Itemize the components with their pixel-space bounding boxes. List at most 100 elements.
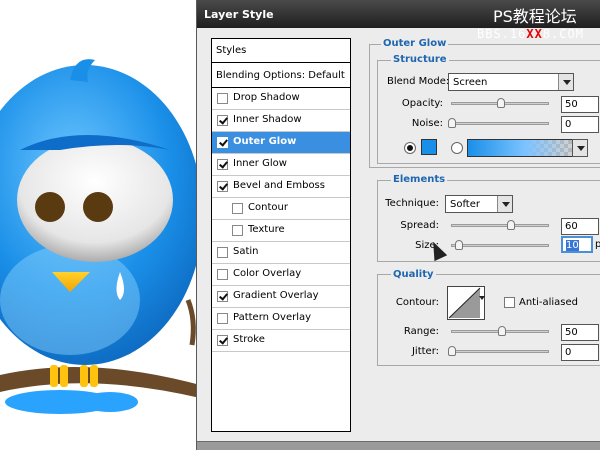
jitter-slider-thumb[interactable] xyxy=(448,346,456,356)
blend-mode-value: Screen xyxy=(453,77,488,88)
dialog-title: Layer Style xyxy=(204,8,274,21)
jitter-input-value: 0 xyxy=(565,347,572,358)
style-item-gradient-overlay[interactable]: Gradient Overlay xyxy=(212,286,350,308)
watermark-url: BBS.16XX8.COM xyxy=(477,27,584,41)
jitter-input[interactable]: 0 xyxy=(561,344,599,361)
quality-title: Quality xyxy=(391,269,436,280)
glow-color-swatch[interactable] xyxy=(421,139,437,155)
jitter-slider-track[interactable] xyxy=(451,350,549,353)
styles-header[interactable]: Styles xyxy=(212,39,350,63)
style-item-drop-shadow[interactable]: Drop Shadow xyxy=(212,88,350,110)
chevron-down-icon xyxy=(558,74,573,90)
technique-label: Technique: xyxy=(385,198,439,209)
noise-input[interactable]: 0 xyxy=(561,116,599,133)
drop-shadow-checkbox[interactable] xyxy=(217,93,228,104)
satin-checkbox[interactable] xyxy=(217,247,228,258)
size-slider-thumb[interactable] xyxy=(455,240,463,250)
watermark-url-a: BBS.16 xyxy=(477,27,527,41)
color-overlay-label: Color Overlay xyxy=(233,268,302,279)
anti-aliased-label: Anti-aliased xyxy=(519,297,579,308)
outer-glow-checkbox[interactable] xyxy=(217,137,228,148)
blending-options-label: Blending Options: Default xyxy=(216,70,345,81)
outer-glow-title: Outer Glow xyxy=(381,38,449,49)
inner-shadow-label: Inner Shadow xyxy=(233,114,302,125)
bevel-emboss-label: Bevel and Emboss xyxy=(233,180,325,191)
satin-label: Satin xyxy=(233,246,259,257)
style-item-inner-glow[interactable]: Inner Glow xyxy=(212,154,350,176)
gradient-swatch[interactable] xyxy=(467,139,588,157)
bevel-emboss-checkbox[interactable] xyxy=(217,181,228,192)
technique-select[interactable]: Softer xyxy=(445,195,513,213)
size-slider-track[interactable] xyxy=(451,244,549,247)
spread-slider-track[interactable] xyxy=(451,224,549,227)
gradient-overlay-checkbox[interactable] xyxy=(217,291,228,302)
layer-style-dialog: Layer Style PS教程论坛 BBS.16XX8.COM Styles … xyxy=(196,0,600,450)
blend-mode-label: Blend Mode: xyxy=(387,76,450,87)
opacity-slider-thumb[interactable] xyxy=(497,98,505,108)
contour-curve-icon xyxy=(448,287,481,319)
opacity-input-value: 50 xyxy=(565,99,578,110)
noise-input-value: 0 xyxy=(565,119,572,130)
texture-checkbox[interactable] xyxy=(232,225,243,236)
noise-label: Noise: xyxy=(411,118,443,129)
contour-dropdown-icon[interactable] xyxy=(479,296,485,300)
contour-picker[interactable] xyxy=(447,286,485,320)
blend-mode-select[interactable]: Screen xyxy=(448,73,574,91)
contour-checkbox[interactable] xyxy=(232,203,243,214)
opacity-label: Opacity: xyxy=(401,98,443,109)
inner-shadow-checkbox[interactable] xyxy=(217,115,228,126)
gradient-overlay-label: Gradient Overlay xyxy=(233,290,319,301)
styles-list: Styles Blending Options: Default Drop Sh… xyxy=(211,38,351,432)
size-input-value: 10 xyxy=(566,240,579,251)
style-item-pattern-overlay[interactable]: Pattern Overlay xyxy=(212,308,350,330)
texture-label: Texture xyxy=(248,224,285,235)
style-item-texture[interactable]: Texture xyxy=(212,220,350,242)
elements-title: Elements xyxy=(391,174,448,185)
technique-value: Softer xyxy=(450,199,480,210)
style-item-contour[interactable]: Contour xyxy=(212,198,350,220)
noise-slider-track[interactable] xyxy=(451,122,549,125)
jitter-label: Jitter: xyxy=(411,346,439,357)
inner-glow-label: Inner Glow xyxy=(233,158,287,169)
blending-options-item[interactable]: Blending Options: Default xyxy=(212,63,350,88)
spread-label: Spread: xyxy=(400,220,439,231)
dialog-bottom-edge xyxy=(197,441,600,450)
gradient-radio[interactable] xyxy=(451,142,463,154)
noise-slider-thumb[interactable] xyxy=(448,118,456,128)
style-item-inner-shadow[interactable]: Inner Shadow xyxy=(212,110,350,132)
inner-glow-checkbox[interactable] xyxy=(217,159,228,170)
range-input-value: 50 xyxy=(565,327,578,338)
style-item-bevel-emboss[interactable]: Bevel and Emboss xyxy=(212,176,350,198)
style-item-stroke[interactable]: Stroke xyxy=(212,330,350,352)
color-overlay-checkbox[interactable] xyxy=(217,269,228,280)
style-item-satin[interactable]: Satin xyxy=(212,242,350,264)
watermark-text: PS教程论坛 xyxy=(493,7,577,26)
outer-glow-label: Outer Glow xyxy=(233,136,297,147)
watermark-url-c: 8.COM xyxy=(542,27,584,41)
pattern-overlay-label: Pattern Overlay xyxy=(233,312,312,323)
pattern-overlay-checkbox[interactable] xyxy=(217,313,228,324)
spread-slider-thumb[interactable] xyxy=(507,220,515,230)
dialog-titlebar[interactable]: Layer Style PS教程论坛 xyxy=(197,0,600,28)
styles-header-label: Styles xyxy=(216,45,247,56)
contour-label: Contour xyxy=(248,202,288,213)
range-slider-thumb[interactable] xyxy=(498,326,506,336)
anti-aliased-checkbox[interactable] xyxy=(504,297,515,308)
color-radio[interactable] xyxy=(404,142,416,154)
stroke-checkbox[interactable] xyxy=(217,335,228,346)
size-unit: p xyxy=(595,239,600,250)
bird-illustration xyxy=(0,0,200,450)
spread-input-value: 60 xyxy=(565,221,578,232)
style-item-outer-glow[interactable]: Outer Glow xyxy=(212,132,350,154)
size-input[interactable]: 10 xyxy=(561,236,593,253)
chevron-down-icon xyxy=(497,196,512,212)
structure-title: Structure xyxy=(391,54,449,65)
drop-shadow-label: Drop Shadow xyxy=(233,92,300,103)
gradient-dropdown[interactable] xyxy=(572,139,588,157)
chevron-down-icon xyxy=(573,140,587,156)
bird-artwork xyxy=(0,59,200,414)
spread-input[interactable]: 60 xyxy=(561,218,599,235)
range-input[interactable]: 50 xyxy=(561,324,599,341)
style-item-color-overlay[interactable]: Color Overlay xyxy=(212,264,350,286)
opacity-input[interactable]: 50 xyxy=(561,96,599,113)
